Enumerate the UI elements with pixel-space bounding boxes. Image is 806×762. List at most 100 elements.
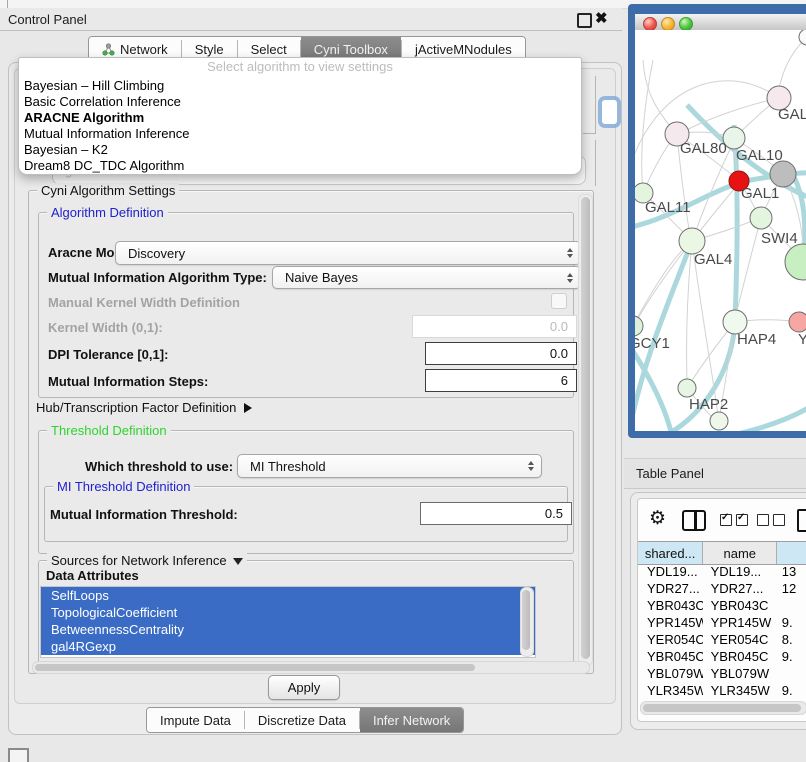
hidden-group2-edge	[595, 140, 596, 186]
float-window-icon[interactable]	[577, 13, 592, 28]
network-node[interactable]	[789, 312, 806, 332]
table-row[interactable]: YBR043CYBR043C	[638, 598, 806, 615]
network-node[interactable]	[710, 412, 728, 430]
network-edge-thick[interactable]	[663, 125, 737, 431]
sources-group-title: Sources for Network Inference	[47, 553, 247, 568]
table-row[interactable]: YDR27...YDR27...12	[638, 581, 806, 598]
attribute-item-gal4rgexp[interactable]: gal4RGexp	[41, 638, 535, 655]
table-row[interactable]: YER054CYER054C8.	[638, 632, 806, 649]
network-window-titlebar[interactable]	[635, 14, 806, 31]
table-horizontal-scrollbar[interactable]	[640, 701, 806, 715]
popup-item-dream8-dc-tdc-algorithm[interactable]: Dream8 DC_TDC Algorithm	[19, 158, 581, 174]
table-row[interactable]: YLR345WYLR345W9.	[638, 683, 806, 700]
minimized-panel-icon[interactable]	[8, 748, 29, 762]
collapsed-arrow-icon[interactable]	[244, 403, 252, 413]
mi-threshold-field[interactable]: 0.5	[420, 502, 572, 525]
minimize-traffic-light-icon[interactable]	[661, 17, 675, 31]
table-cell: YLR345W	[638, 683, 703, 700]
attribute-item-selfloops[interactable]: SelfLoops	[41, 587, 535, 604]
stepper-icon	[567, 273, 573, 283]
table-cell: YBR043C	[703, 598, 774, 615]
column-header-shared[interactable]: shared...	[638, 542, 703, 564]
network-node[interactable]	[678, 379, 696, 397]
network-graph[interactable]: GALGAL80GAL10GAL1GAL11SWI4GAL4GCY1HAP4YH…	[635, 30, 806, 431]
aracne-mode-combo[interactable]: Discovery	[115, 241, 581, 265]
popup-item-bayesian-hill-climbing[interactable]: Bayesian – Hill Climbing	[19, 78, 581, 94]
deselect-all-columns-icon[interactable]	[757, 514, 785, 526]
algorithm-dropdown-popup: Select algorithm to view settings Bayesi…	[18, 57, 582, 175]
network-node[interactable]	[785, 244, 806, 280]
kernel-width-field[interactable]: 0.0	[412, 315, 577, 338]
manual-kernel-checkbox[interactable]	[551, 293, 567, 309]
network-node[interactable]	[635, 316, 643, 336]
mi-algorithm-type-label: Mutual Information Algorithm Type:	[48, 270, 267, 285]
which-threshold-combo[interactable]: MI Threshold	[237, 454, 542, 478]
dpi-tolerance-label: DPI Tolerance [0,1]:	[48, 347, 168, 362]
table-cell: YBL079W	[638, 666, 703, 683]
popup-item-mutual-information-inference[interactable]: Mutual Information Inference	[19, 126, 581, 142]
network-node-label-gal11: GAL11	[645, 199, 691, 216]
table-cell: YLR345W	[703, 683, 774, 700]
network-node[interactable]	[750, 207, 772, 229]
table-row[interactable]: YDL19...YDL19...13	[638, 564, 806, 581]
network-node[interactable]	[799, 30, 806, 45]
column-header-name[interactable]: name	[703, 542, 777, 564]
table-row[interactable]: YPR145WYPR145W9.	[638, 615, 806, 632]
close-traffic-light-icon[interactable]	[643, 17, 657, 31]
table-header-row: shared...name	[638, 541, 806, 565]
network-node-label-y: Y	[798, 331, 806, 348]
table-cell: YBR045C	[703, 649, 774, 666]
table-cell: 13	[774, 564, 806, 581]
control-panel-title: Control Panel	[8, 12, 87, 27]
mi-threshold-definition-title: MI Threshold Definition	[53, 479, 194, 494]
popup-item-aracne-algorithm[interactable]: ARACNE Algorithm	[19, 110, 581, 126]
attribute-item-topologicalcoefficient[interactable]: TopologicalCoefficient	[41, 604, 535, 621]
top-strip-tick	[7, 0, 8, 8]
mi-algorithm-type-combo[interactable]: Naive Bayes	[272, 266, 581, 289]
bottom-tab-impute-data[interactable]: Impute Data	[147, 708, 244, 732]
network-node[interactable]	[770, 161, 796, 187]
select-all-columns-icon[interactable]	[720, 514, 748, 526]
table-cell: YBL079W	[703, 666, 774, 683]
bottom-tab-bar: Impute DataDiscretize DataInfer Network	[146, 707, 464, 733]
split-columns-icon[interactable]	[682, 510, 706, 531]
mi-steps-field[interactable]: 6	[425, 369, 577, 392]
data-attributes-list[interactable]: SelfLoopsTopologicalCoefficientBetweenne…	[40, 586, 536, 658]
table-cell: 9.	[774, 683, 806, 700]
settings-horizontal-scrollbar[interactable]	[32, 661, 590, 674]
popup-placeholder: Select algorithm to view settings	[19, 58, 581, 78]
column-header-col2[interactable]	[777, 542, 806, 564]
close-icon[interactable]: ✖	[595, 9, 608, 29]
dpi-tolerance-field[interactable]: 0.0	[425, 342, 577, 365]
popup-item-basic-correlation-inference[interactable]: Basic Correlation Inference	[19, 94, 581, 110]
bottom-tab-discretize-data[interactable]: Discretize Data	[245, 708, 359, 732]
network-node-label-gal80: GAL80	[680, 140, 727, 157]
table-cell: 8.	[774, 632, 806, 649]
attribute-item-betweennesscentrality[interactable]: BetweennessCentrality	[41, 621, 535, 638]
export-table-icon[interactable]	[797, 509, 806, 532]
table-panel-title: Table Panel	[636, 466, 704, 481]
network-edge[interactable]	[736, 218, 761, 315]
table-cell: YBR045C	[638, 649, 703, 666]
network-node-label-gcy1: GCY1	[635, 335, 670, 352]
zoom-traffic-light-icon[interactable]	[679, 17, 693, 31]
network-node-label-hap2: HAP2	[689, 396, 728, 413]
network-view-canvas[interactable]: GALGAL80GAL10GAL1GAL11SWI4GAL4GCY1HAP4YH…	[635, 30, 806, 431]
popup-item-bayesian-k2[interactable]: Bayesian – K2	[19, 142, 581, 158]
apply-button[interactable]: Apply	[268, 675, 340, 700]
tab-label: Network	[120, 42, 168, 57]
attributes-list-scrollbar[interactable]	[520, 587, 534, 657]
network-edge[interactable]	[687, 241, 692, 382]
hub-definition-section[interactable]: Hub/Transcription Factor Definition	[36, 400, 252, 415]
settings-vertical-scrollbar[interactable]	[578, 194, 593, 666]
table-row[interactable]: YBR045CYBR045C9.	[638, 649, 806, 666]
table-settings-gear-icon[interactable]: ⚙	[649, 509, 666, 528]
expanded-arrow-icon[interactable]	[233, 558, 243, 565]
bottom-tab-infer-network[interactable]: Infer Network	[360, 708, 463, 732]
network-edge[interactable]	[642, 60, 653, 193]
kernel-width-label: Kernel Width (0,1):	[48, 320, 163, 335]
network-edge[interactable]	[779, 37, 806, 88]
table-row[interactable]: YBL079WYBL079W	[638, 666, 806, 683]
inference-algorithm-combo-partial[interactable]	[601, 99, 618, 125]
network-node-label-hap4: HAP4	[737, 331, 776, 348]
